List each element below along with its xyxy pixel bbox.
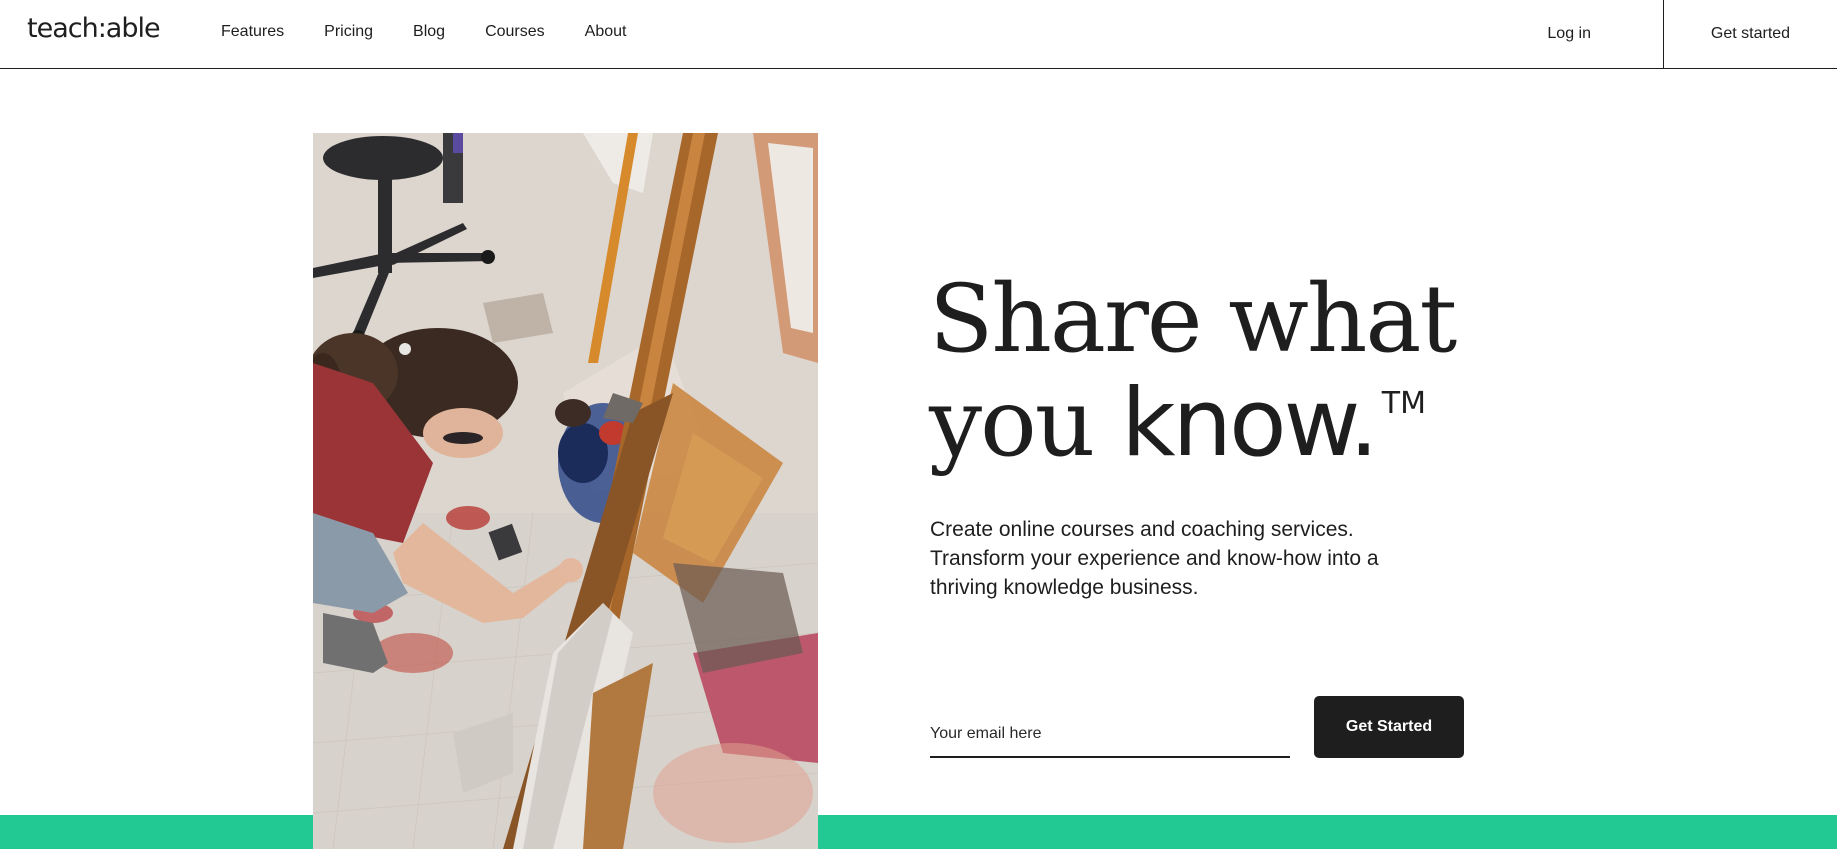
- headline-line-2: you know. TM: [929, 372, 1489, 476]
- nav-actions: Log in Get started: [1547, 0, 1837, 68]
- hero-headline: Share what you know. TM: [929, 268, 1489, 476]
- top-navigation: teach:able Features Pricing Blog Courses…: [0, 0, 1837, 69]
- teachable-logo[interactable]: teach:able: [27, 13, 161, 44]
- headline-you: you: [929, 369, 1122, 478]
- nav-link-courses[interactable]: Courses: [485, 22, 545, 42]
- email-field-wrapper: [930, 700, 1290, 758]
- email-field[interactable]: [930, 700, 1290, 756]
- trademark-symbol: TM: [1381, 386, 1426, 421]
- nav-link-features[interactable]: Features: [221, 22, 284, 42]
- nav-link-pricing[interactable]: Pricing: [324, 22, 373, 42]
- accent-band: [0, 815, 1837, 849]
- hero-subtext: Create online courses and coaching servi…: [930, 518, 1379, 599]
- headline-line-1: Share what: [929, 265, 1457, 374]
- nav-get-started-button[interactable]: Get started: [1663, 0, 1837, 68]
- login-link[interactable]: Log in: [1547, 25, 1591, 43]
- hero-photo-painter: [313, 133, 818, 849]
- nav-links: Features Pricing Blog Courses About: [221, 22, 666, 42]
- nav-link-blog[interactable]: Blog: [413, 22, 445, 42]
- headline-know: know.: [1121, 369, 1379, 478]
- get-started-button[interactable]: Get Started: [1314, 696, 1464, 758]
- nav-link-about[interactable]: About: [585, 22, 627, 42]
